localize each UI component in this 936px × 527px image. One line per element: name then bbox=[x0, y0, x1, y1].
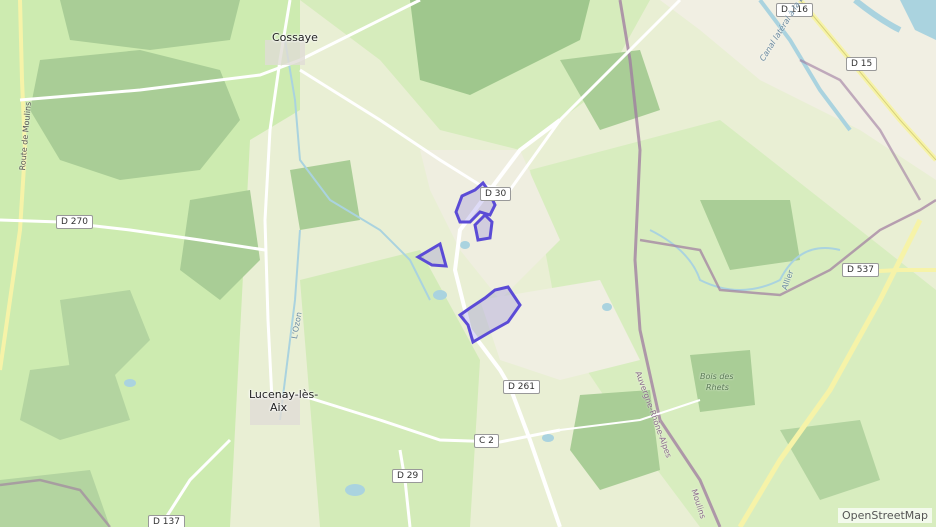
label-bois-line2: Rhets bbox=[706, 383, 729, 392]
road-label-d261: D 261 bbox=[503, 380, 540, 394]
road-label-d15: D 15 bbox=[846, 57, 878, 71]
town-lucenay-line1[interactable]: Lucenay-lès- bbox=[249, 388, 318, 401]
pond-5 bbox=[602, 303, 612, 311]
road-label-d537: D 537 bbox=[842, 263, 879, 277]
forest-bois-rhets bbox=[690, 350, 755, 412]
road-label-d270: D 270 bbox=[56, 215, 93, 229]
road-label-d29: D 29 bbox=[392, 469, 424, 483]
map-canvas bbox=[0, 0, 936, 527]
map-view[interactable]: Cossaye Lucenay-lès- Aix D 116 D 15 D 27… bbox=[0, 0, 936, 527]
road-label-d137: D 137 bbox=[148, 515, 185, 527]
town-cossaye[interactable]: Cossaye bbox=[272, 31, 318, 44]
pond-2 bbox=[542, 434, 554, 442]
attribution[interactable]: OpenStreetMap bbox=[837, 508, 932, 523]
pond-1 bbox=[433, 290, 447, 300]
label-bois-line1: Bois des bbox=[700, 372, 734, 381]
road-label-c2: C 2 bbox=[474, 434, 499, 448]
road-label-d30: D 30 bbox=[480, 187, 512, 201]
pond-3 bbox=[345, 484, 365, 496]
pond-6 bbox=[124, 379, 136, 387]
pond-4 bbox=[460, 241, 470, 249]
town-lucenay-line2[interactable]: Aix bbox=[270, 401, 287, 414]
